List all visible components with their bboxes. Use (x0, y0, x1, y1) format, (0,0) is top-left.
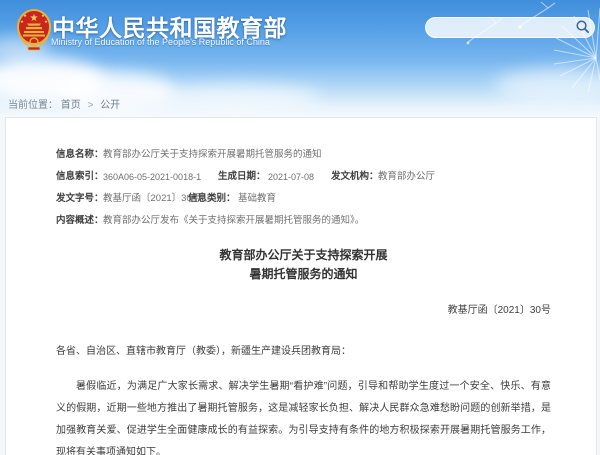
meta-label: 信息索引： (56, 166, 103, 188)
content-panel: 信息名称： 教育部办公厅关于支持探索开展暑期托管服务的通知 信息索引： 360A… (5, 117, 597, 455)
breadcrumb: 当前位置： 首页 > 公开 (8, 96, 120, 111)
svg-text:★: ★ (44, 19, 48, 24)
document-number: 教基厅函〔2021〕30号 (56, 301, 551, 316)
document-paragraph: 暑假临近，为满足广大家长需求、解决学生暑期“看护难”问题，引导和帮助学生度过一个… (56, 376, 551, 455)
meta-label: 发文机构： (331, 166, 378, 188)
meta-value: 教育部办公厅发布《关于支持探索开展暑期托管服务的通知》。 (103, 210, 364, 232)
meta-row-summary: 内容概述： 教育部办公厅发布《关于支持探索开展暑期托管服务的通知》。 (56, 210, 551, 232)
search-button[interactable] (573, 19, 591, 36)
search-box (425, 17, 595, 38)
breadcrumb-home-link[interactable]: 首页 (61, 100, 81, 111)
svg-text:★: ★ (23, 13, 27, 18)
meta-value: 360A06-05-2021-0018-1 (103, 166, 218, 188)
document-salutation: 各省、自治区、直辖市教育厅（教委），新疆生产建设兵团教育局： (56, 344, 551, 359)
site-subtitle: Ministry of Education of the People's Re… (51, 37, 331, 47)
meta-label: 发文字号： (56, 188, 103, 210)
meta-value: 基础教育 (238, 188, 276, 210)
document-title-line1: 教育部办公厅关于支持探索开展 (56, 246, 551, 265)
meta-row-number-category: 发文字号： 教基厅函〔2021〕30号 信息类别： 基础教育 (56, 188, 551, 210)
meta-row-name: 信息名称： 教育部办公厅关于支持探索开展暑期托管服务的通知 (56, 144, 551, 166)
document-title: 教育部办公厅关于支持探索开展 暑期托管服务的通知 (56, 246, 551, 284)
svg-text:★: ★ (30, 13, 39, 24)
meta-label: 生成日期： (218, 166, 268, 188)
search-input[interactable] (434, 19, 573, 38)
dandelion-decoration-icon (450, 0, 600, 92)
breadcrumb-prefix: 当前位置： (8, 100, 58, 111)
meta-value: 教育部办公厅 (378, 166, 435, 188)
breadcrumb-separator: > (88, 100, 94, 111)
meta-label: 信息名称： (56, 144, 103, 166)
meta-label: 信息类别： (188, 188, 238, 210)
magnifier-icon (575, 19, 590, 34)
header-brand[interactable]: ★ ★ ★ ★ ★ 中华人民共和国教育部 Ministry of Educati… (0, 0, 330, 60)
svg-text:★: ★ (20, 19, 24, 24)
meta-value: 2021-07-08 (268, 166, 331, 188)
meta-row-index-date-agency: 信息索引： 360A06-05-2021-0018-1 生成日期： 2021-0… (56, 166, 551, 188)
document-title-line2: 暑期托管服务的通知 (56, 265, 551, 284)
national-emblem-icon: ★ ★ ★ ★ ★ (16, 6, 52, 52)
page: ★ ★ ★ ★ ★ 中华人民共和国教育部 Ministry of Educati… (0, 0, 600, 455)
breadcrumb-section-link[interactable]: 公开 (100, 100, 120, 111)
meta-value: 教基厅函〔2021〕30号 (103, 188, 188, 210)
meta-value: 教育部办公厅关于支持探索开展暑期托管服务的通知 (103, 144, 322, 166)
document-meta: 信息名称： 教育部办公厅关于支持探索开展暑期托管服务的通知 信息索引： 360A… (56, 144, 551, 232)
meta-label: 内容概述： (56, 210, 103, 232)
svg-text:★: ★ (41, 13, 45, 18)
cloud-decoration (150, 84, 320, 110)
